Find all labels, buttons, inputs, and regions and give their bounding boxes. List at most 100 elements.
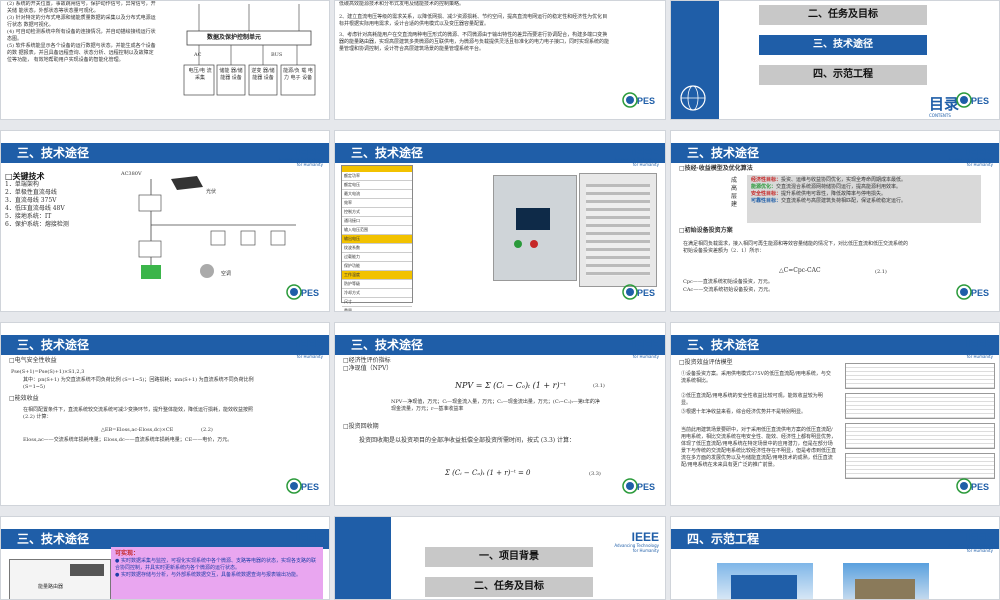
list-item: 能源优化：交直流混合系统源网荷储协同运行，提高能源利用效率。	[751, 184, 902, 190]
contents-subtitle: CONTENTS	[929, 113, 951, 118]
list-item: 可靠性目标：交直流系统与高层建筑负荷相匹配，保证系统稳定运行。	[751, 198, 907, 204]
paragraph: 在相同配置条件下，直流系统较交流系统可减少变换环节，提升整体能效，降低运行损耗，…	[23, 407, 254, 420]
slide-title: 三、技术途径	[351, 338, 424, 352]
table-row: 控制方式	[342, 208, 412, 217]
table-row: 额定功率	[342, 172, 412, 181]
ieee-logo: IEEEAdvancing Technologyfor Humanity	[948, 530, 993, 553]
feature-box: 可实现： ● 实时数据采集与监控，可视化实现系统中各个微源、支路等电器的状态，实…	[111, 547, 323, 599]
slide-thumbnail-7[interactable]: 三、技术途径 IEEE Advancing Technology for Human…	[0, 322, 330, 506]
svg-text:PES: PES	[971, 96, 989, 106]
table-row: 效率	[342, 199, 412, 208]
table-row: 通讯接口	[342, 217, 412, 226]
paragraph: ②低压直流配/用电系统的安全性收益比较可观，能效收益较为明显。	[681, 393, 823, 406]
section-heading: □初始设备投资方案	[679, 227, 733, 234]
list-item: (2) 系统的开关位置，事故跳闸信号，保护动作信号，异常信号，开关储 能状态，外…	[7, 1, 156, 14]
list-item: 6．保护系统：熔接检测	[5, 221, 69, 228]
section-heading: □能效收益	[9, 395, 39, 402]
svg-text:PES: PES	[301, 288, 319, 298]
paragraph: 当前此用建筑场景要研中，对于采用低压直流供电方案的低压直流配/用电系统，相比交流…	[681, 427, 837, 468]
menu-item-demo[interactable]: 四、示范工程	[759, 65, 927, 85]
table-row: 尺寸	[342, 298, 412, 307]
table-row: 重量	[342, 307, 412, 311]
legend-line: Cpc——直流系统初始设备投资，万元。	[683, 279, 773, 285]
formula: △C=Cpc-CAC	[779, 267, 821, 274]
list-item: (5) 软件系统能显示各个设备的运行数据与状态，并能生成各个设备的数 据报表，并…	[7, 43, 156, 63]
ieee-logo: IEEEAdvancing Technologyfor Humanity	[948, 336, 993, 359]
legend-line: CAc——交流系统初始设备投资，万元。	[683, 287, 774, 293]
slide-title: 三、技术途径	[351, 146, 424, 160]
slide-thumbnail-5[interactable]: 三、技术途径 IEEE Advancing Technology for Human…	[334, 130, 666, 312]
menu-item-tasks[interactable]: 二、任务及目标	[425, 577, 593, 597]
list-item: (4) 可自动检测系统中所有设备的连接情况，并自动描绘接线运行状态图。	[7, 29, 156, 42]
list-item: 5．接地系统：IT	[5, 213, 52, 220]
table-row: 工作温度	[342, 271, 412, 280]
legend-line: NPV—净现值，万元；Cᵢ—现金流入量，万元；Cₒ—现金流出量，万元；(Cᵢ−C…	[391, 399, 600, 412]
table-row: 过载能力	[342, 253, 412, 262]
bus-label-bus: BUS	[271, 52, 283, 58]
ieee-logo: IEEEAdvancing Technologyfor Humanity	[614, 144, 659, 167]
diagram-label: 空调	[221, 271, 232, 277]
slide-thumbnail-4[interactable]: 三、技术途径 IEEE Advancing Technology for Human…	[0, 130, 330, 312]
paragraph: ③根据十年净收益来看，综合经济优势并不是特别明显。	[681, 409, 807, 415]
payback-formula: Σ (Cᵢ − Cₒ)ₜ (1 + r)⁻ᵗ = 0	[445, 469, 531, 477]
slide1-item-list: (2) 系统的开关位置，事故跳闸信号，保护动作信号，异常信号，开关储 能状态，外…	[7, 1, 157, 64]
table-row: 保护功能	[342, 262, 412, 271]
slide-thumbnail-2[interactable]: 低碳高效能源技术和分布式发电及储能技术的控制策略。 2、建立直流电压等级的需求关…	[334, 0, 666, 120]
slide-thumbnail-6[interactable]: 三、技术途径 IEEE Advancing Technology for Human…	[670, 130, 1000, 312]
device-label: 电压/电 流采集	[188, 68, 212, 81]
paragraph: 在满足相同负载需求，接入相同可再生能源和等效容量储能的情况下，对比低压直流和低压…	[683, 241, 909, 254]
section-heading: □投资回收期	[343, 423, 379, 430]
slide-thumbnail-11[interactable]: IEEE Advancing Technology for Humanity 一、项…	[334, 516, 666, 600]
table-row: 输出电压	[342, 235, 412, 244]
section-heading: □电气安全性收益	[9, 357, 57, 364]
list-item: 3．直流母线 375V	[5, 197, 57, 204]
list-item: 安全性目标：提升系统供电可靠性，降低故障率与停电损失。	[751, 191, 887, 197]
svg-text:PES: PES	[637, 96, 655, 106]
ieee-logo: IEEEAdvancing Technologyfor Humanity	[278, 144, 323, 167]
slide2-text: 低碳高效能源技术和分布式发电及储能技术的控制策略。 2、建立直流电压等级的需求关…	[339, 1, 609, 53]
slide-title: 三、技术途径	[17, 532, 90, 546]
menu-item-background[interactable]: 一、项目背景	[425, 547, 593, 567]
key-tech-list: 1．单端架构 2．单极性直流母线 3．直流母线 375V 4．低压直流母线 48…	[5, 181, 77, 229]
equation-number: (2.2)	[201, 427, 213, 433]
svg-text:PES: PES	[971, 482, 989, 492]
device-label: 储能 器/储 能器 设备	[219, 68, 243, 81]
equation-number: (2.1)	[875, 269, 887, 275]
globe-icon	[680, 85, 706, 111]
paragraph: ①设备投资方案。采用供电模式375V的低压直流配/用电系统，与交流系统相比。	[681, 371, 831, 384]
side-chars: 成高层建	[731, 177, 738, 208]
menu-item-tasks[interactable]: 二、任务及目标	[759, 5, 927, 25]
ieee-logo: IEEEAdvancing Technologyfor Humanity	[614, 336, 659, 359]
equation-number: (3.3)	[589, 471, 601, 477]
slide-title: 三、技术途径	[17, 146, 90, 160]
equation-number: (3.1)	[593, 383, 605, 389]
svg-text:PES: PES	[971, 288, 989, 298]
demo-photo-1	[717, 563, 813, 599]
section-heading: □投资效益评估模型	[679, 359, 733, 366]
slide-thumbnail-10[interactable]: 三、技术途径 IEEEAdvancing Technologyfor Human…	[0, 516, 330, 600]
slide-title: 三、技术途径	[17, 338, 90, 352]
menu-item-technical[interactable]: 三、技术途径	[759, 35, 927, 55]
table-row: 纹波系数	[342, 244, 412, 253]
ieee-logo: IEEEAdvancing Technologyfor Humanity	[614, 530, 659, 553]
npv-formula: NPV = Σ (Cᵢ − Cₒ)ₜ (1 + r)⁻ᵗ	[455, 381, 566, 390]
device-label: 能源/负 载 电力 电子 设备	[283, 68, 313, 81]
slide-thumbnail-3[interactable]: 二、任务及目标 三、技术途径 四、示范工程 目录 CONTENTS PES	[670, 0, 1000, 120]
pes-logo: PES	[620, 475, 660, 501]
slide-title: 四、示范工程	[687, 532, 760, 546]
formula: △EB=Eloss,ac-Eloss,dc)×CE	[101, 427, 174, 433]
system-architecture: 能量路由器	[9, 559, 111, 599]
diagram-center-label: 数据及保护控制单元	[207, 34, 262, 41]
table-row: 额定电压	[342, 181, 412, 190]
slide-thumbnail-1[interactable]: (2) 系统的开关位置，事故跳闸信号，保护动作信号，异常信号，开关储 能状态，外…	[0, 0, 330, 120]
paragraph: 2、建立直流电压等级的需求关系，以降低网损、减少资源损耗、节约空间，提高直流电网…	[339, 14, 608, 27]
pes-logo: PES	[954, 475, 994, 501]
list-item: 1．单端架构	[5, 181, 39, 188]
table-row: 最大电流	[342, 190, 412, 199]
slide-title: 三、技术途径	[687, 338, 760, 352]
bus-label-ac: AC	[194, 52, 202, 58]
slide-thumbnail-12[interactable]: 四、示范工程 IEEE Advancing Technology for Human…	[670, 516, 1000, 600]
slide-thumbnail-9[interactable]: 三、技术途径 IEEE Advancing Technology for Human…	[670, 322, 1000, 506]
equipment-photo-2	[579, 173, 657, 287]
slide-thumbnail-8[interactable]: 三、技术途径 IEEE Advancing Technology for Human…	[334, 322, 666, 506]
